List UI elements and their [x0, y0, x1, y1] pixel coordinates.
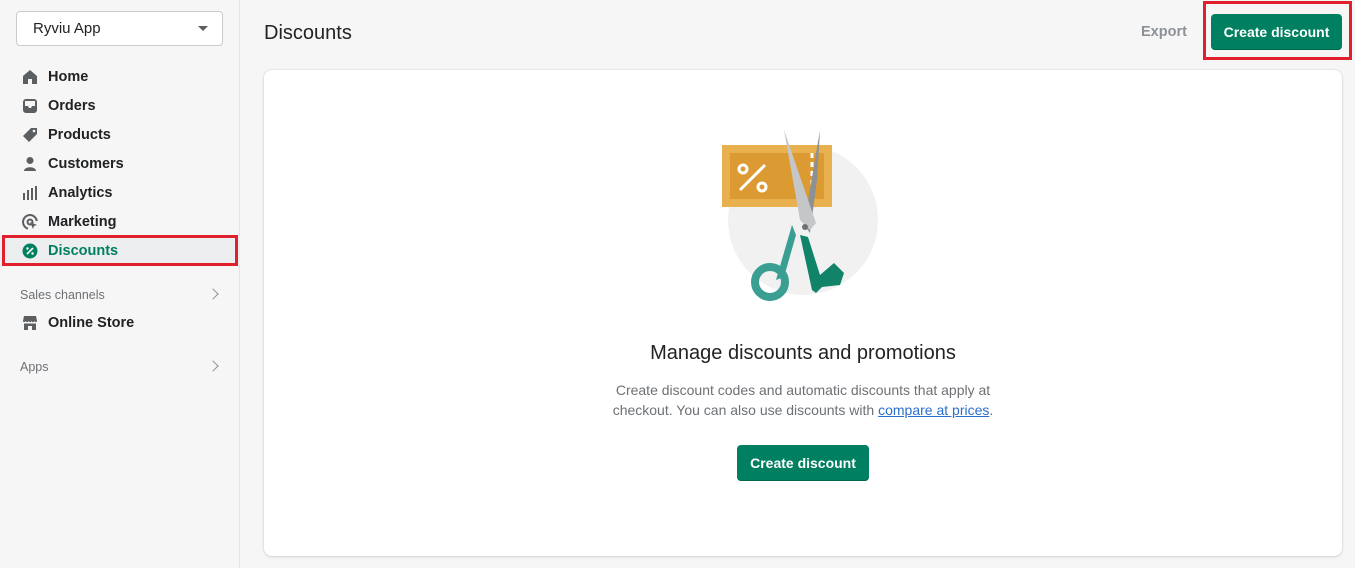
compare-at-prices-link[interactable]: compare at prices	[878, 402, 989, 418]
scissors-coupon-illustration	[722, 125, 882, 310]
person-icon	[22, 156, 38, 172]
main-nav: Home Orders Products Customers Analytics	[0, 62, 240, 265]
sidebar-item-label: Products	[48, 126, 111, 143]
empty-state-title: Manage discounts and promotions	[650, 342, 956, 364]
sidebar-item-online-store[interactable]: Online Store	[0, 308, 240, 337]
store-name: Ryviu App	[33, 20, 101, 37]
export-button[interactable]: Export	[1141, 24, 1187, 40]
bar-chart-icon	[22, 185, 38, 201]
sidebar-item-label: Marketing	[48, 213, 117, 230]
sidebar-item-analytics[interactable]: Analytics	[0, 178, 240, 207]
empty-state-description: Create discount codes and automatic disc…	[604, 380, 1002, 420]
sidebar-item-orders[interactable]: Orders	[0, 91, 240, 120]
target-icon	[22, 213, 38, 230]
create-discount-button[interactable]: Create discount	[1211, 14, 1342, 50]
tag-icon	[22, 127, 38, 143]
sidebar-item-home[interactable]: Home	[0, 62, 240, 91]
apps-label: Apps	[20, 360, 49, 374]
page-title: Discounts	[264, 22, 352, 44]
sidebar-item-products[interactable]: Products	[0, 120, 240, 149]
empty-state-card: Manage discounts and promotions Create d…	[264, 70, 1342, 556]
chevron-right-icon[interactable]	[207, 360, 219, 372]
caret-down-icon	[198, 26, 208, 31]
sidebar-item-marketing[interactable]: Marketing	[0, 207, 240, 236]
sales-channels-label: Sales channels	[20, 288, 105, 302]
sidebar-item-label: Analytics	[48, 184, 113, 201]
store-selector[interactable]: Ryviu App	[16, 11, 223, 46]
sidebar: Ryviu App Home Orders Products Customers…	[0, 0, 240, 568]
description-suffix: .	[989, 402, 994, 418]
sidebar-item-label: Discounts	[48, 242, 119, 259]
create-discount-center-button[interactable]: Create discount	[737, 445, 869, 481]
sidebar-item-label: Home	[48, 68, 89, 85]
sidebar-item-discounts[interactable]: Discounts	[0, 236, 240, 265]
orders-icon	[22, 98, 38, 114]
sidebar-item-label: Online Store	[48, 314, 135, 331]
sidebar-item-customers[interactable]: Customers	[0, 149, 240, 178]
discount-icon	[22, 243, 38, 259]
home-icon	[22, 69, 38, 85]
sidebar-item-label: Customers	[48, 155, 124, 172]
store-icon	[22, 315, 38, 331]
sidebar-item-label: Orders	[48, 97, 96, 114]
chevron-right-icon[interactable]	[207, 288, 219, 300]
